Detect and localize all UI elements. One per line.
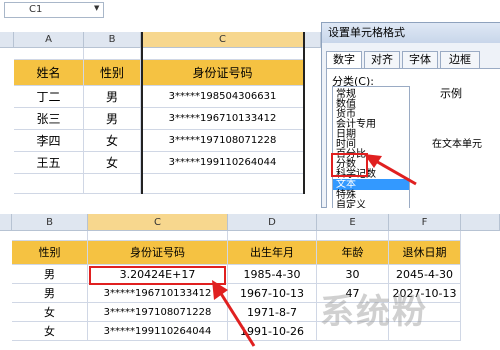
grid-cell[interactable] (84, 48, 141, 60)
table-cell-gender[interactable]: 女 (84, 152, 141, 174)
header-cell-age[interactable]: 年龄 (317, 241, 389, 265)
table-cell-id[interactable]: 3*****197108071228 (88, 303, 228, 322)
tab-border[interactable]: 边框 (440, 51, 480, 68)
watermark: 系统粉 (320, 292, 428, 332)
format-description: 在文本单元 (432, 139, 482, 150)
dialog-title[interactable]: 设置单元格格式 (322, 23, 500, 43)
table-cell-name[interactable]: 王五 (14, 152, 84, 174)
select-all-corner[interactable] (0, 32, 14, 48)
table-cell-gender[interactable]: 女 (84, 130, 141, 152)
top-excel-panel: C1 ▼ A B C 姓名 性别 身份证号码 丁二 男 3*****198504… (0, 0, 500, 208)
column-header-c[interactable]: C (88, 214, 228, 231)
header-cell-birth[interactable]: 出生年月 (228, 241, 317, 265)
category-item[interactable]: 自定义 (336, 200, 366, 208)
column-header-g[interactable] (461, 214, 500, 231)
header-cell-retire[interactable]: 退休日期 (389, 241, 461, 265)
table-cell-retire[interactable]: 2045-4-30 (389, 265, 461, 284)
header-cell-name[interactable]: 姓名 (14, 60, 84, 86)
tab-number[interactable]: 数字 (326, 51, 362, 69)
red-arrow-icon (364, 154, 417, 186)
column-header-b[interactable]: B (12, 214, 88, 231)
table-cell-id[interactable]: 3*****196710133412 (88, 284, 228, 303)
grid-cell[interactable] (389, 231, 461, 241)
column-header-d[interactable] (305, 32, 321, 48)
table-cell-gender[interactable]: 男 (84, 86, 141, 108)
header-cell-id[interactable]: 身份证号码 (88, 241, 228, 265)
column-header-b[interactable]: B (84, 32, 141, 48)
table-cell-id[interactable]: 3*****199110264044 (88, 322, 228, 341)
column-header-e[interactable]: E (317, 214, 389, 231)
table-cell-name[interactable]: 张三 (14, 108, 84, 130)
tab-font[interactable]: 字体 (402, 51, 438, 68)
tab-alignment[interactable]: 对齐 (364, 51, 400, 68)
grid-cell[interactable] (14, 48, 84, 60)
scientific-notation-highlight (89, 266, 226, 285)
grid-cell[interactable] (84, 174, 141, 194)
example-label: 示例 (440, 87, 462, 100)
table-cell-gender[interactable]: 女 (12, 303, 88, 322)
table-cell-name[interactable]: 李四 (14, 130, 84, 152)
table-cell-age[interactable]: 30 (317, 265, 389, 284)
namebox[interactable]: C1 (4, 2, 104, 18)
column-header-f[interactable]: F (389, 214, 461, 231)
grid-cell[interactable] (317, 231, 389, 241)
grid-cell[interactable] (12, 231, 88, 241)
table-cell-gender[interactable]: 男 (12, 284, 88, 303)
table-cell-gender[interactable]: 男 (84, 108, 141, 130)
header-cell-gender[interactable]: 性别 (84, 60, 141, 86)
column-header-d[interactable]: D (228, 214, 317, 231)
header-cell-gender[interactable]: 性别 (12, 241, 88, 265)
table-cell-name[interactable]: 丁二 (14, 86, 84, 108)
grid-cell[interactable] (228, 231, 317, 241)
grid-cell[interactable] (88, 231, 228, 241)
table-cell-gender[interactable]: 男 (12, 265, 88, 284)
red-arrow-icon (212, 280, 256, 347)
select-all-corner[interactable] (0, 214, 12, 231)
table-cell-gender[interactable]: 女 (12, 322, 88, 341)
column-selection-outline (141, 32, 305, 194)
grid-cell[interactable] (14, 174, 84, 194)
chevron-down-icon[interactable]: ▼ (94, 4, 99, 12)
column-header-a[interactable]: A (14, 32, 84, 48)
